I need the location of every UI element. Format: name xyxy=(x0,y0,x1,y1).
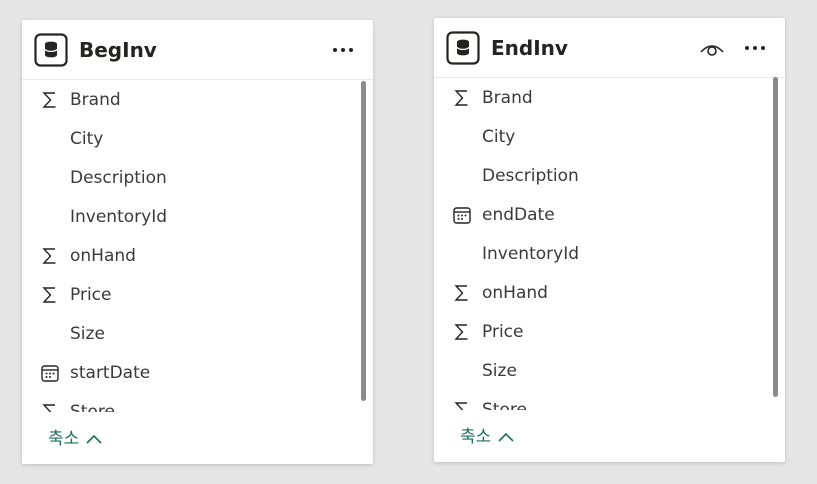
more-options-icon[interactable] xyxy=(331,42,355,58)
chevron-up-icon xyxy=(86,434,102,444)
field-label: Brand xyxy=(482,88,533,108)
field-label: City xyxy=(70,129,104,149)
field-list: Brand City Description InventoryId onHand Pri… xyxy=(22,81,355,412)
table-icon xyxy=(446,31,480,65)
field-item-city[interactable]: City xyxy=(434,118,767,157)
sigma-icon xyxy=(452,400,472,410)
more-options-icon[interactable] xyxy=(743,40,767,56)
field-item-city[interactable]: City xyxy=(22,120,355,159)
sigma-icon xyxy=(452,283,472,303)
table-card-endinv[interactable]: EndInv Brand City Description endDate Invent… xyxy=(434,18,785,462)
field-label: onHand xyxy=(482,283,548,303)
field-item-brand[interactable]: Brand xyxy=(22,81,355,120)
chevron-up-icon xyxy=(498,432,514,442)
field-label: onHand xyxy=(70,246,136,266)
sigma-icon xyxy=(40,246,60,266)
sigma-icon xyxy=(40,285,60,305)
collapse-button[interactable]: 축소 xyxy=(460,426,515,448)
card-title: BegInv xyxy=(79,38,157,62)
field-label: Size xyxy=(70,324,105,344)
field-item-inventoryid[interactable]: InventoryId xyxy=(22,198,355,237)
calendar-icon xyxy=(40,363,60,383)
field-item-onhand[interactable]: onHand xyxy=(22,237,355,276)
field-label: InventoryId xyxy=(482,244,580,264)
sigma-icon xyxy=(452,322,472,342)
field-label: Brand xyxy=(70,90,121,110)
collapse-button[interactable]: 축소 xyxy=(48,428,103,450)
field-label: Store xyxy=(70,402,115,412)
field-item-price[interactable]: Price xyxy=(434,313,767,352)
calendar-icon xyxy=(452,205,472,225)
field-label: startDate xyxy=(70,363,151,383)
field-item-size[interactable]: Size xyxy=(22,315,355,354)
field-item-description[interactable]: Description xyxy=(434,157,767,196)
field-item-store[interactable]: Store xyxy=(434,391,767,410)
sigma-icon xyxy=(452,88,472,108)
field-label: Price xyxy=(70,285,112,305)
field-label: Description xyxy=(482,166,579,186)
card-header[interactable]: BegInv xyxy=(22,20,373,80)
field-label: Store xyxy=(482,400,527,410)
field-item-inventoryid[interactable]: InventoryId xyxy=(434,235,767,274)
field-item-onhand[interactable]: onHand xyxy=(434,274,767,313)
field-label: Size xyxy=(482,361,517,381)
card-title: EndInv xyxy=(491,36,568,60)
field-list: Brand City Description endDate InventoryId on… xyxy=(434,79,767,410)
scrollbar[interactable] xyxy=(361,81,366,401)
field-item-enddate[interactable]: endDate xyxy=(434,196,767,235)
collapse-label: 축소 xyxy=(48,429,80,449)
scrollbar[interactable] xyxy=(773,77,778,397)
field-item-description[interactable]: Description xyxy=(22,159,355,198)
field-item-price[interactable]: Price xyxy=(22,276,355,315)
field-item-startdate[interactable]: startDate xyxy=(22,354,355,393)
table-card-beginv[interactable]: BegInv Brand City Description InventoryId on… xyxy=(22,20,373,464)
field-label: Price xyxy=(482,322,524,342)
hidden-view-icon[interactable] xyxy=(699,38,725,58)
field-label: InventoryId xyxy=(70,207,168,227)
sigma-icon xyxy=(40,90,60,110)
field-label: endDate xyxy=(482,205,555,225)
field-label: City xyxy=(482,127,516,147)
collapse-label: 축소 xyxy=(460,427,492,447)
table-icon xyxy=(34,33,68,67)
sigma-icon xyxy=(40,402,60,412)
field-item-brand[interactable]: Brand xyxy=(434,79,767,118)
field-label: Description xyxy=(70,168,167,188)
field-item-store[interactable]: Store xyxy=(22,393,355,412)
field-item-size[interactable]: Size xyxy=(434,352,767,391)
card-header[interactable]: EndInv xyxy=(434,18,785,78)
